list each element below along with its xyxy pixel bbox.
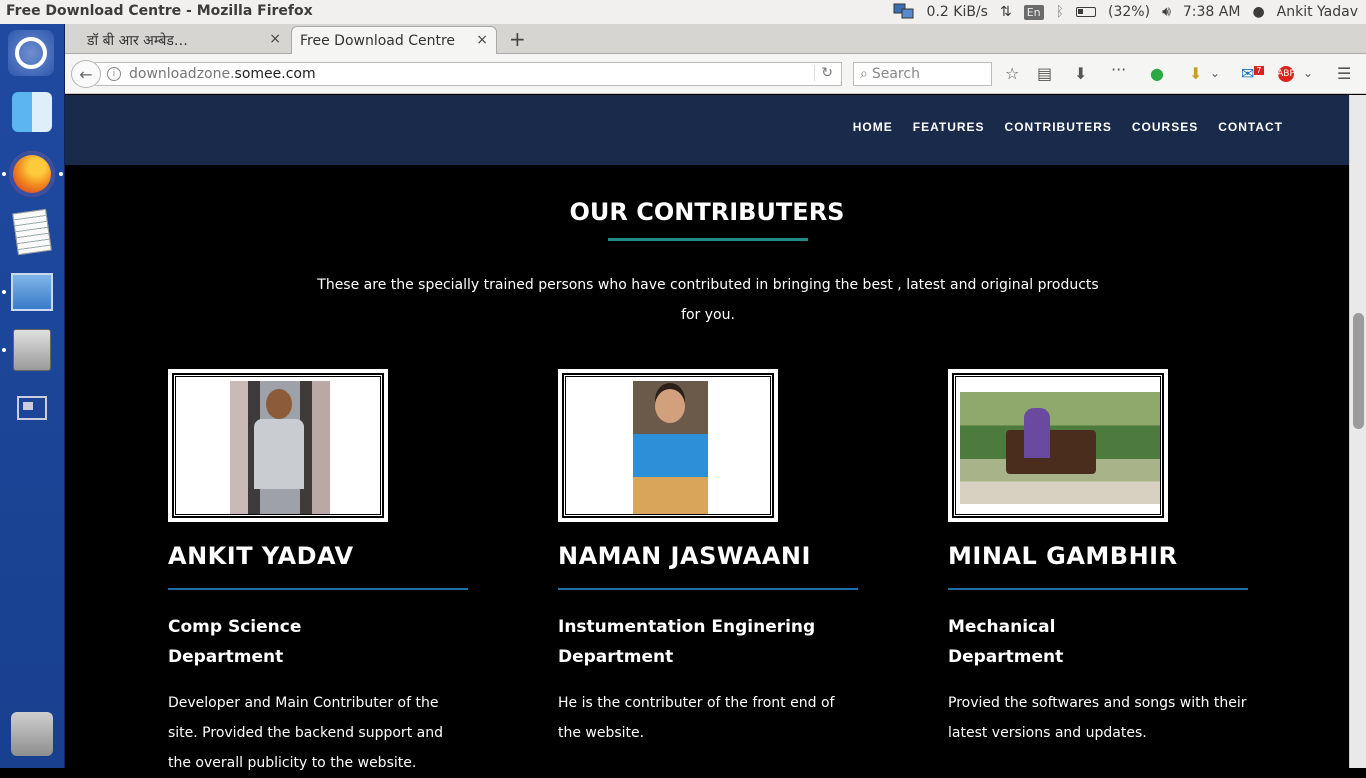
- running-indicator: [2, 172, 6, 176]
- user-name[interactable]: Ankit Yadav: [1277, 4, 1358, 20]
- launcher: [0, 24, 65, 768]
- department-line: Department: [558, 647, 674, 667]
- chevron-down-icon[interactable]: ⌄: [1303, 66, 1313, 80]
- member-name: MINAL GAMBHIR: [948, 542, 1178, 570]
- member-description: Provied the softwares and songs with the…: [948, 695, 1247, 741]
- site-header: HOME FEATURES CONTRIBUTERS COURSES CONTA…: [65, 95, 1349, 165]
- nav-contributers[interactable]: CONTRIBUTERS: [1005, 120, 1112, 134]
- url-bar[interactable]: i downloadzone. somee.com ↻: [95, 62, 842, 86]
- department-line: Department: [168, 647, 284, 667]
- download-icon[interactable]: ⬇: [1074, 64, 1087, 83]
- reading-list-icon[interactable]: ▤: [1037, 64, 1052, 83]
- tab-bar: डॉ बी आर अम्बेड… × Free Download Centre …: [65, 24, 1366, 54]
- department-line: Mechanical: [948, 617, 1056, 637]
- running-indicator: [2, 348, 6, 352]
- dash-home-icon[interactable]: [8, 30, 54, 76]
- hamburger-menu-icon[interactable]: ☰: [1337, 64, 1351, 83]
- search-icon: ⌕: [860, 66, 868, 82]
- trash-icon[interactable]: [11, 712, 53, 756]
- firefox-icon[interactable]: [8, 150, 56, 198]
- pocket-icon[interactable]: ⬇: [1189, 64, 1202, 83]
- apple-menu-icon[interactable]: ●: [1252, 3, 1264, 21]
- back-button[interactable]: ←: [71, 60, 101, 88]
- nav-features[interactable]: FEATURES: [913, 120, 985, 134]
- member-department: Comp Science Department: [168, 612, 468, 672]
- network-speed: 0.2 KiB/s: [926, 4, 988, 20]
- nav-bar: i downloadzone. somee.com ↻ ← ⌕ Search ☆ …: [65, 54, 1366, 94]
- member-department: Instumentation Enginering Department: [558, 612, 858, 672]
- tab-ambedkar[interactable]: डॉ बी आर अम्बेड… ×: [65, 26, 289, 54]
- divider: [948, 588, 1248, 590]
- nav-courses[interactable]: COURSES: [1132, 120, 1198, 134]
- title-underline: [608, 238, 808, 241]
- disk-drive-icon[interactable]: [8, 326, 56, 374]
- scrollbar-thumb[interactable]: [1353, 313, 1364, 429]
- divider: [558, 588, 858, 590]
- url-prefix: downloadzone.: [129, 66, 235, 82]
- divider: [168, 588, 468, 590]
- section-title: OUR CONTRIBUTERS: [569, 198, 845, 226]
- outlook-icon[interactable]: ✉ 7: [1241, 64, 1264, 83]
- focus-indicator: [59, 172, 63, 176]
- clock[interactable]: 7:38 AM: [1183, 4, 1241, 20]
- member-description: Developer and Main Contributer of the si…: [168, 695, 443, 771]
- overflow-icon[interactable]: ···: [1111, 60, 1126, 79]
- member-department: Mechanical Department: [948, 612, 1248, 672]
- member-card: NAMAN JASWAANI Instumentation Enginering…: [558, 369, 858, 748]
- member-card: ANKIT YADAV Comp Science Department Deve…: [168, 369, 468, 778]
- running-indicator: [2, 290, 6, 294]
- site-nav: HOME FEATURES CONTRIBUTERS COURSES CONTA…: [853, 120, 1283, 134]
- reload-icon[interactable]: ↻: [814, 65, 833, 81]
- keyboard-language-icon[interactable]: En: [1023, 4, 1044, 20]
- workspace-switcher-icon[interactable]: [8, 384, 56, 432]
- member-photo: [168, 369, 388, 522]
- page-scrollbar[interactable]: [1349, 95, 1366, 768]
- finder-icon[interactable]: [12, 92, 52, 132]
- member-name: ANKIT YADAV: [168, 542, 354, 570]
- section-description: These are the specially trained persons …: [317, 277, 1099, 323]
- close-icon[interactable]: ×: [476, 32, 488, 48]
- search-placeholder: Search: [871, 66, 920, 82]
- notification-badge: 7: [1254, 65, 1264, 75]
- member-photo: [948, 369, 1168, 522]
- page-viewport: HOME FEATURES CONTRIBUTERS COURSES CONTA…: [65, 95, 1349, 771]
- tab-free-download-centre[interactable]: Free Download Centre ×: [291, 26, 497, 54]
- bluetooth-icon[interactable]: ᛒ: [1056, 3, 1064, 21]
- tab-label: Free Download Centre: [300, 32, 456, 49]
- department-line: Comp Science: [168, 617, 302, 637]
- top-panel: Free Download Centre - Mozilla Firefox 0…: [0, 0, 1366, 24]
- nav-contact[interactable]: CONTACT: [1218, 120, 1283, 134]
- member-description: He is the contributer of the front end o…: [558, 695, 835, 741]
- xcode-icon[interactable]: [8, 268, 56, 316]
- battery-percent: (32%): [1108, 4, 1151, 20]
- member-name: NAMAN JASWAANI: [558, 542, 811, 570]
- url-domain: somee.com: [234, 66, 316, 82]
- site-info-icon[interactable]: i: [107, 67, 121, 81]
- close-icon[interactable]: ×: [269, 31, 281, 47]
- department-line: Instumentation Enginering: [558, 617, 816, 637]
- bookmark-star-icon[interactable]: ☆: [1005, 64, 1019, 83]
- extension-icon[interactable]: ●: [1150, 64, 1164, 83]
- network-icon[interactable]: [893, 3, 915, 21]
- member-photo: [558, 369, 778, 522]
- text-editor-icon[interactable]: [8, 208, 56, 256]
- back-arrow-icon: ←: [79, 64, 93, 84]
- panel-indicators: 0.2 KiB/s ⇅ En ᛒ (32%) 🔊︎ 7:38 AM ● Anki…: [893, 0, 1358, 24]
- transfer-icon[interactable]: ⇅: [1000, 3, 1012, 21]
- search-input[interactable]: ⌕ Search: [853, 62, 992, 86]
- tab-label: डॉ बी आर अम्बेड…: [87, 32, 188, 49]
- window-title: Free Download Centre - Mozilla Firefox: [6, 3, 313, 19]
- department-line: Department: [948, 647, 1064, 667]
- volume-icon[interactable]: 🔊︎: [1162, 3, 1171, 21]
- adblock-icon[interactable]: ABP: [1277, 66, 1295, 82]
- chevron-down-icon[interactable]: ⌄: [1210, 66, 1220, 80]
- new-tab-button[interactable]: +: [509, 27, 526, 51]
- nav-home[interactable]: HOME: [853, 120, 893, 134]
- member-card: MINAL GAMBHIR Mechanical Department Prov…: [948, 369, 1248, 748]
- battery-icon[interactable]: [1076, 3, 1097, 21]
